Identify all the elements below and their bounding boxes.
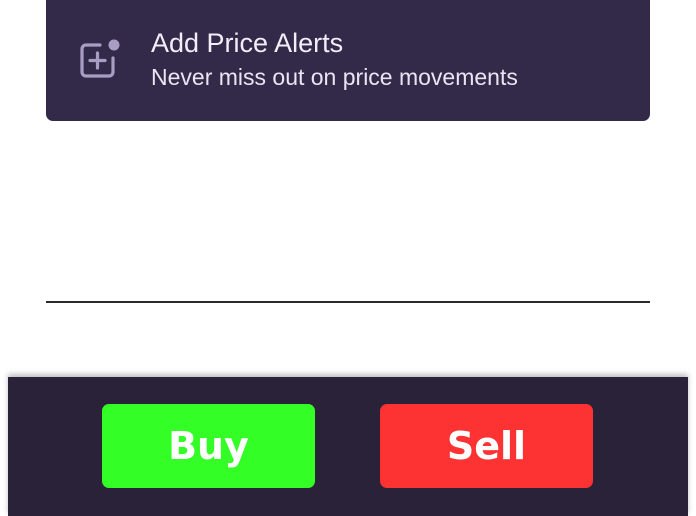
add-alert-icon xyxy=(76,38,120,82)
price-alert-subtitle: Never miss out on price movements xyxy=(151,64,518,90)
sell-button[interactable]: Sell xyxy=(380,404,593,488)
page: Add Price Alerts Never miss out on price… xyxy=(0,0,696,516)
add-price-alerts-card[interactable]: Add Price Alerts Never miss out on price… xyxy=(46,0,650,121)
divider xyxy=(46,301,650,303)
buy-button[interactable]: Buy xyxy=(102,404,315,488)
price-alert-title: Add Price Alerts xyxy=(151,28,344,58)
trade-action-bar: Buy Sell xyxy=(8,377,688,516)
